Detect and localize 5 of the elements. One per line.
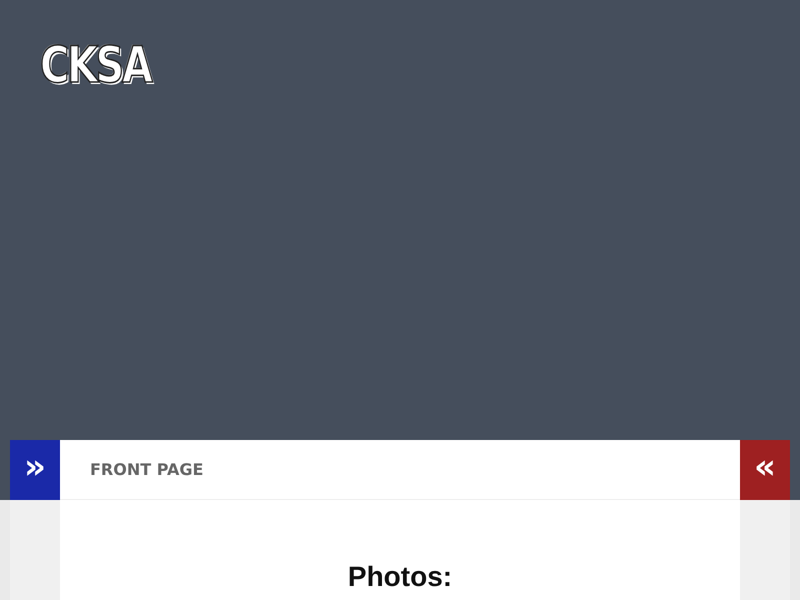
front-page-link[interactable]: FRONT PAGE (90, 458, 204, 482)
sidebar-toggle[interactable]: » (10, 440, 60, 500)
site-logo[interactable]: CKSA (40, 38, 151, 93)
page-heading: Photos: (346, 560, 454, 594)
sidebar-toggle[interactable]: « (740, 440, 790, 500)
